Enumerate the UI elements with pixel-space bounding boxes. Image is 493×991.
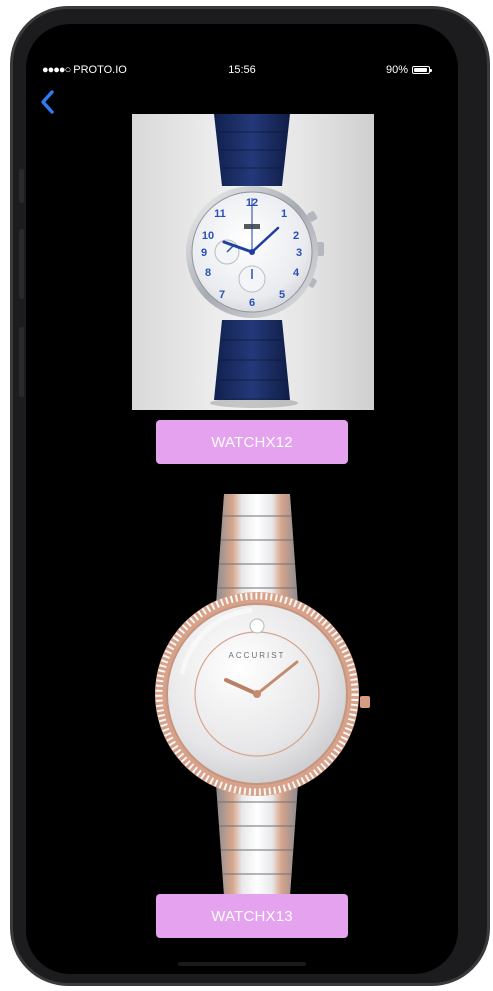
product-image-watchx13[interactable]: ACCURIST xyxy=(142,484,372,902)
chevron-left-icon xyxy=(41,90,54,114)
dial-brand-text: ACCURIST xyxy=(229,651,286,660)
app-screen: ●●●●○ PROTO.IO 15:56 90% 12 1 2 3 4 5 6 … xyxy=(26,24,458,974)
svg-text:9: 9 xyxy=(201,247,207,259)
svg-text:3: 3 xyxy=(296,247,302,259)
product-image-watchx12[interactable]: 12 1 2 3 4 5 6 7 8 9 10 11 xyxy=(132,114,374,410)
svg-text:8: 8 xyxy=(205,267,211,279)
svg-text:11: 11 xyxy=(214,208,226,220)
watchx13-button[interactable]: WATCHX13 xyxy=(156,894,348,938)
svg-text:1: 1 xyxy=(281,208,287,220)
side-button-volume-up xyxy=(19,229,24,299)
back-button[interactable] xyxy=(36,88,60,116)
home-indicator xyxy=(178,962,306,966)
svg-text:4: 4 xyxy=(293,267,300,279)
status-bar: ●●●●○ PROTO.IO 15:56 90% xyxy=(26,64,458,78)
svg-text:2: 2 xyxy=(293,230,299,242)
watch-illustration-2: ACCURIST xyxy=(155,494,370,896)
svg-text:6: 6 xyxy=(249,297,255,309)
svg-text:5: 5 xyxy=(279,289,285,301)
side-button-volume-down xyxy=(19,327,24,397)
battery-percent: 90% xyxy=(385,64,408,76)
watch-illustration-1: 12 1 2 3 4 5 6 7 8 9 10 11 xyxy=(186,114,324,408)
battery-status: 90% xyxy=(385,64,432,76)
svg-text:10: 10 xyxy=(202,230,214,242)
svg-text:7: 7 xyxy=(219,289,225,301)
battery-icon xyxy=(412,66,432,74)
watchx12-button[interactable]: WATCHX12 xyxy=(156,420,348,464)
side-button-mute xyxy=(19,169,24,203)
